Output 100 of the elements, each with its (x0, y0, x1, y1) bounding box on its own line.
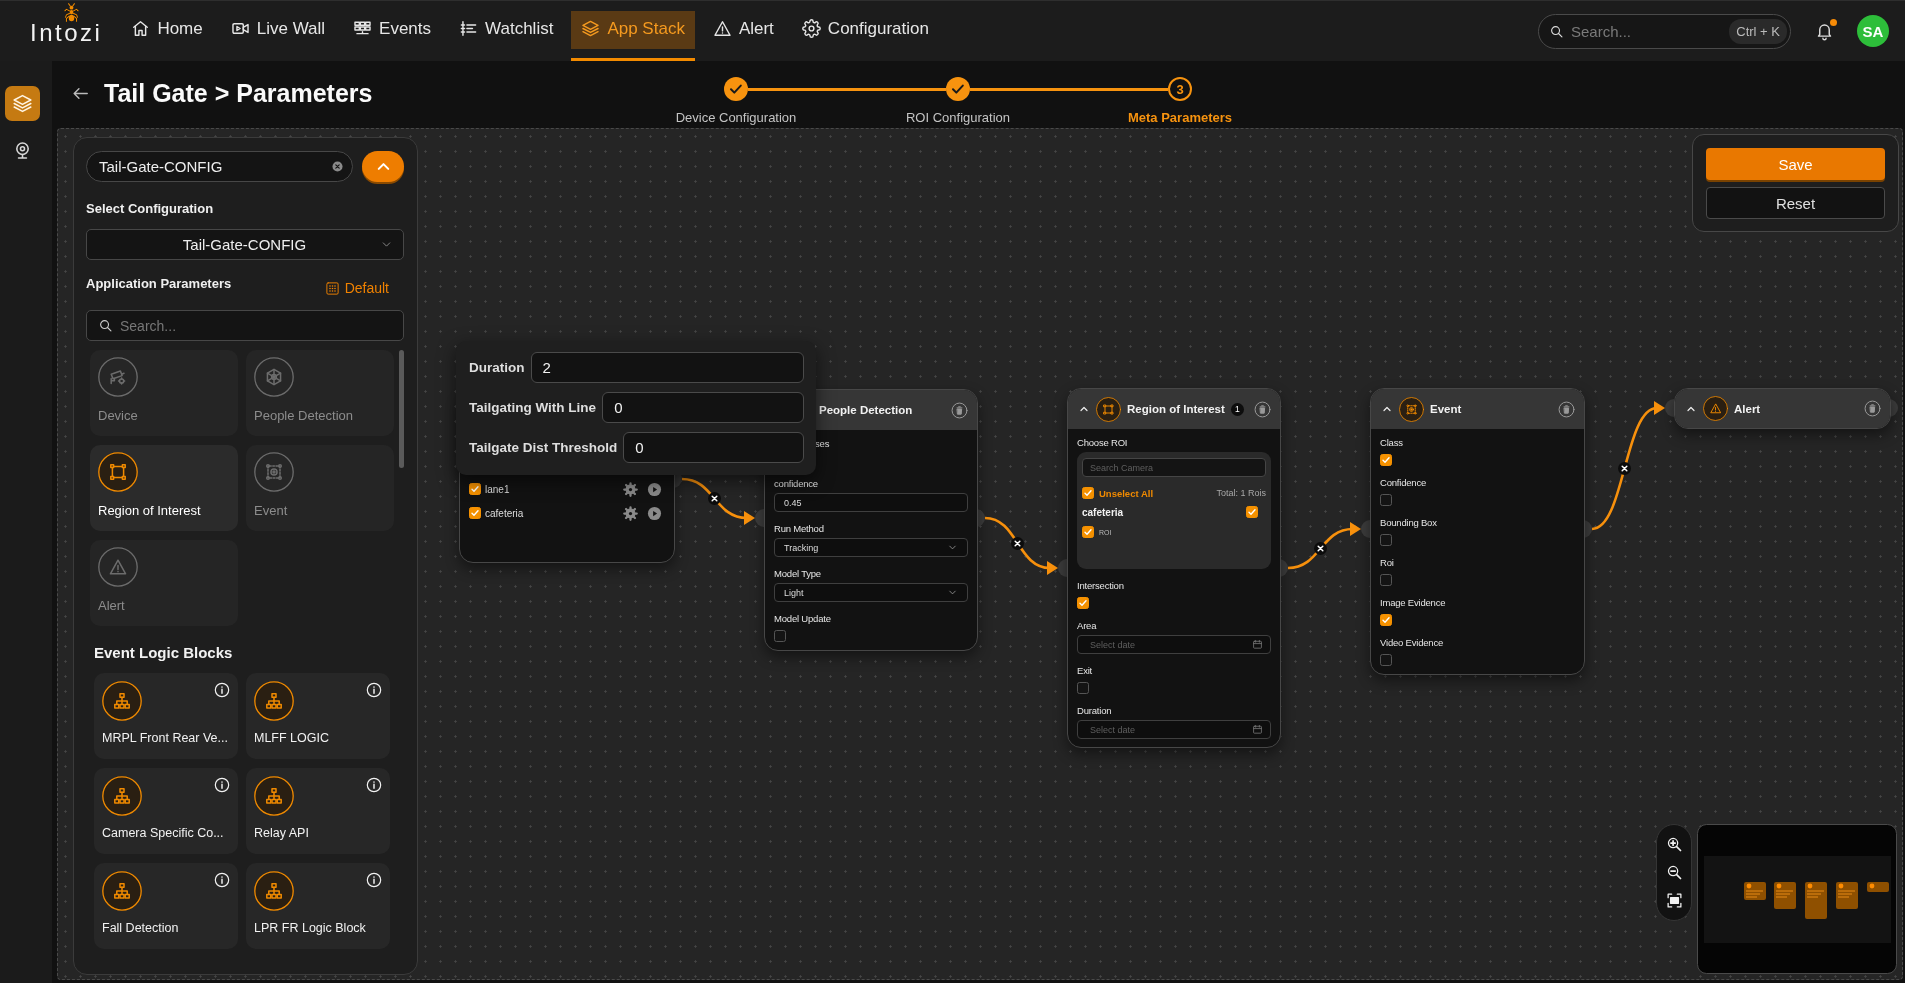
layers-icon (12, 93, 33, 114)
connection-handle[interactable] (755, 509, 764, 527)
number-field[interactable]: 0 (623, 432, 804, 463)
connection-handle[interactable] (1058, 559, 1067, 577)
delete-icon[interactable] (951, 401, 968, 419)
info-icon[interactable] (366, 872, 382, 888)
checkbox[interactable] (774, 630, 786, 642)
scrollbar-thumb[interactable] (399, 350, 404, 468)
search-icon (1549, 24, 1564, 39)
gear-icon (801, 19, 821, 38)
zoom-out-icon[interactable] (1665, 864, 1683, 881)
checkbox[interactable] (1380, 574, 1392, 586)
default-button[interactable]: Default (324, 280, 389, 296)
brand-name[interactable]: Intozi (30, 21, 103, 45)
parameter-search-field[interactable]: Search... (86, 310, 404, 341)
minimap[interactable] (1697, 824, 1897, 974)
delete-icon[interactable] (1864, 400, 1881, 417)
play-icon[interactable] (647, 481, 662, 497)
checkbox[interactable] (1082, 526, 1094, 538)
warning-icon (712, 19, 732, 38)
delete-icon[interactable] (1558, 400, 1575, 418)
info-icon[interactable] (366, 682, 382, 698)
collapse-button[interactable] (362, 151, 404, 182)
step-label[interactable]: ROI Configuration (905, 110, 1011, 125)
nav-tab[interactable]: Watchlist (449, 11, 564, 61)
camera-search-field[interactable]: Search Camera (1082, 458, 1266, 477)
checkbox[interactable] (1380, 534, 1392, 546)
nav-tab[interactable]: Configuration (791, 11, 939, 61)
camera-name: cafeteria (1082, 506, 1124, 518)
step-label[interactable]: Meta Parameters (1127, 110, 1233, 125)
nav-tab[interactable]: Home (121, 11, 213, 61)
zoom-in-icon[interactable] (1665, 836, 1683, 854)
select-all-label[interactable]: Unselect All (1099, 487, 1154, 499)
remove-edge-icon[interactable] (1618, 462, 1631, 475)
target-frame-icon (254, 452, 294, 492)
number-field[interactable]: 2 (530, 352, 804, 383)
node-card[interactable]: Event Class Confidence Bounding Box Roi Image Evidence Video Evidence (1370, 388, 1585, 675)
connection-handle[interactable] (1665, 399, 1674, 417)
nav-tab[interactable]: App Stack (571, 11, 695, 61)
logic-block-card[interactable]: Relay API (246, 768, 390, 854)
warning-icon (1703, 396, 1728, 421)
nav-tab[interactable]: Alert (702, 11, 784, 61)
configuration-select[interactable]: Tail-Gate-CONFIG (86, 229, 404, 260)
parameter-card[interactable]: Region of Interest (90, 445, 238, 531)
logic-block-card[interactable]: MLFF LOGIC (246, 673, 390, 759)
play-icon[interactable] (647, 505, 662, 521)
logic-block-card[interactable]: LPR FR Logic Block (246, 863, 390, 949)
hierarchy-icon (102, 776, 142, 816)
node-card[interactable]: People Detection ses confidence 0.45 Run Method Tracking Model Type Light Model Update (764, 389, 978, 651)
nav-tab[interactable]: Events (343, 11, 442, 61)
notification-bell-icon[interactable] (1815, 21, 1834, 41)
checkbox[interactable] (469, 483, 481, 495)
date-field[interactable]: Select date (1077, 635, 1271, 654)
info-icon[interactable] (214, 682, 230, 698)
field-label: Exit (1077, 664, 1093, 678)
logic-block-card[interactable]: Fall Detection (94, 863, 238, 949)
text-field[interactable]: 0.45 (774, 493, 968, 512)
clear-icon[interactable] (332, 161, 343, 172)
checkbox[interactable] (1077, 597, 1089, 609)
connection-handle[interactable] (1361, 520, 1370, 538)
date-field[interactable]: Select date (1077, 720, 1271, 739)
nav-tab[interactable]: Live Wall (220, 11, 336, 61)
logic-block-card[interactable]: MRPL Front Rear Ve... (94, 673, 238, 759)
checkbox[interactable] (1380, 654, 1392, 666)
grid-icon (324, 280, 340, 296)
checkbox[interactable] (469, 507, 481, 519)
layers-icon (581, 19, 601, 38)
hierarchy-icon (102, 681, 142, 721)
fit-view-icon[interactable] (1665, 891, 1683, 909)
checkbox[interactable] (1077, 682, 1089, 694)
field-label: Video Evidence (1380, 636, 1444, 650)
gear-icon[interactable] (623, 481, 638, 497)
checkbox[interactable] (1380, 494, 1392, 506)
checkbox[interactable] (1380, 454, 1392, 466)
info-icon[interactable] (366, 777, 382, 793)
step-label[interactable]: Device Configuration (675, 110, 797, 125)
info-icon[interactable] (214, 872, 230, 888)
logic-block-card[interactable]: Camera Specific Co... (94, 768, 238, 854)
checkbox[interactable] (1082, 487, 1094, 499)
select-field[interactable]: Tracking (774, 538, 968, 557)
checkbox[interactable] (1380, 614, 1392, 626)
remove-edge-icon[interactable] (708, 492, 721, 505)
rail-button[interactable] (5, 86, 40, 121)
node-title: Event (1430, 403, 1462, 415)
number-field[interactable]: 0 (602, 392, 804, 423)
checkbox[interactable] (1246, 506, 1258, 518)
gear-icon[interactable] (623, 505, 638, 521)
field-label: Duration (1077, 704, 1112, 718)
field-label: Confidence (1380, 476, 1427, 490)
node-card[interactable]: Alert (1674, 388, 1891, 429)
roi-count: Total: 1 Rois (1216, 488, 1266, 498)
select-field[interactable]: Light (774, 583, 968, 602)
remove-edge-icon[interactable] (1011, 536, 1024, 550)
info-icon[interactable] (214, 777, 230, 793)
calendar-icon (1252, 639, 1263, 650)
cctv-camera-icon (98, 357, 138, 397)
configuration-combobox[interactable]: Tail-Gate-CONFIG (86, 151, 353, 182)
reset-button[interactable]: Reset (1706, 187, 1885, 219)
delete-icon[interactable] (1254, 400, 1271, 418)
remove-edge-icon[interactable] (1314, 542, 1327, 555)
